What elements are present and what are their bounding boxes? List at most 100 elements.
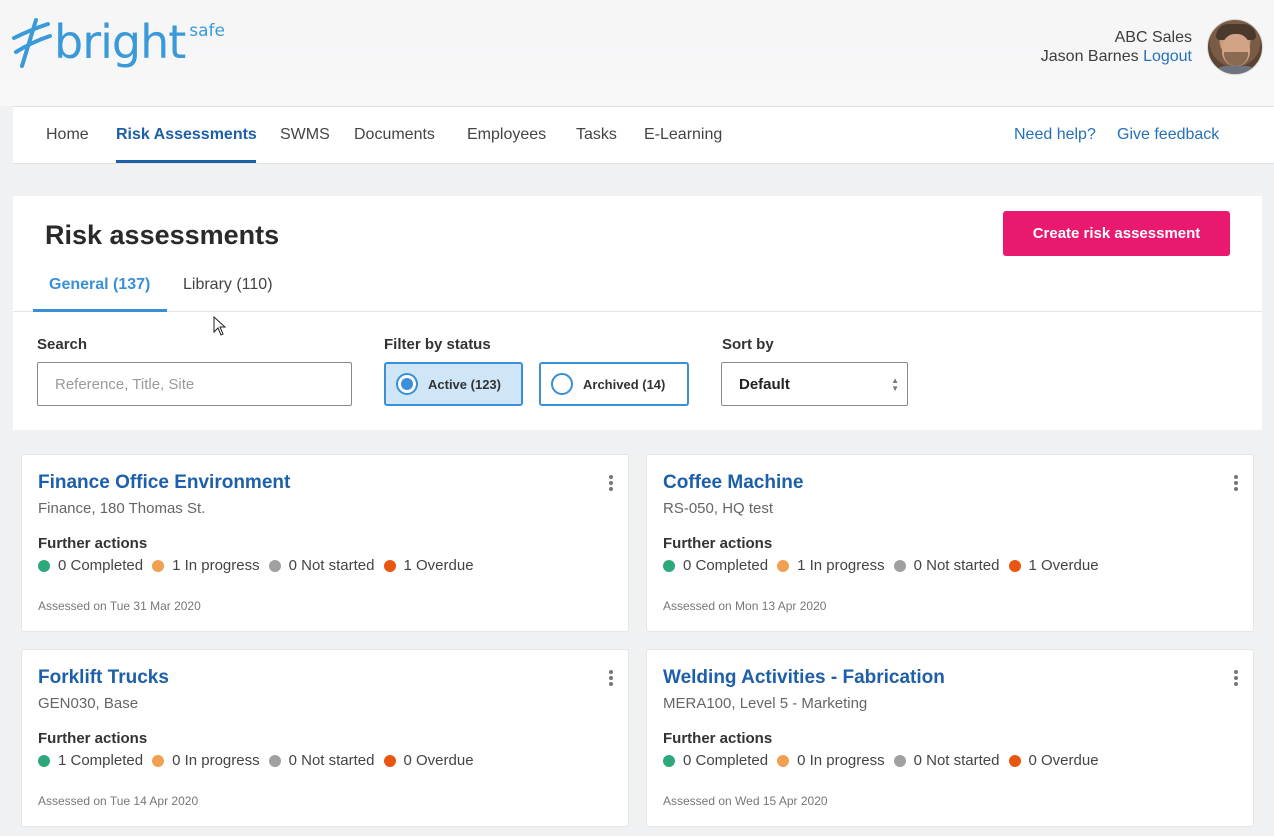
more-options-icon[interactable] [608, 670, 614, 686]
nav-documents[interactable]: Documents [354, 126, 435, 144]
user-name: Jason Barnes [1040, 48, 1139, 65]
card-title[interactable]: Coffee Machine [663, 472, 803, 494]
tabs-divider [13, 311, 1262, 312]
risk-card[interactable]: Forklift Trucks GEN030, Base Further act… [21, 649, 629, 827]
tab-library[interactable]: Library (110) [183, 276, 273, 294]
status-active-label: Active (123) [428, 376, 501, 392]
in-progress-count: 0 In progress [172, 752, 260, 769]
not-started-count: 0 Not started [913, 752, 1000, 769]
completed-dot-icon [663, 754, 675, 767]
in-progress-dot-icon [777, 754, 790, 767]
risk-card[interactable]: Coffee Machine RS-050, HQ test Further a… [646, 454, 1254, 632]
top-header: bright safe ABC Sales Jason Barnes Logou… [0, 0, 1274, 106]
select-arrows-icon: ▲ ▼ [891, 376, 899, 393]
not-started-dot-icon [268, 559, 281, 572]
further-actions-stats: 0 Completed 1 In progress 0 Not started … [38, 557, 483, 574]
not-started-count: 0 Not started [913, 557, 1000, 574]
star-logo-icon [12, 18, 52, 68]
search-label: Search [37, 336, 88, 353]
further-actions-stats: 0 Completed 1 In progress 0 Not started … [663, 557, 1108, 574]
in-progress-count: 0 In progress [797, 752, 885, 769]
in-progress-count: 1 In progress [797, 557, 885, 574]
risk-card[interactable]: Finance Office Environment Finance, 180 … [21, 454, 629, 632]
overdue-count: 1 Overdue [1028, 557, 1099, 574]
nav-active-underline [116, 160, 256, 163]
not-started-dot-icon [268, 754, 281, 767]
further-actions-label: Further actions [663, 535, 773, 552]
tab-general[interactable]: General (137) [49, 276, 150, 294]
completed-dot-icon [38, 754, 50, 767]
card-title[interactable]: Forklift Trucks [38, 667, 169, 689]
in-progress-dot-icon [152, 559, 165, 572]
status-archived-option[interactable]: Archived (14) [539, 362, 689, 406]
assessed-date: Assessed on Mon 13 Apr 2020 [663, 599, 827, 613]
completed-count: 1 Completed [58, 752, 144, 769]
risk-card[interactable]: Welding Activities - Fabrication MERA100… [646, 649, 1254, 827]
sort-select[interactable]: Default ▲ ▼ [721, 362, 908, 406]
further-actions-label: Further actions [38, 730, 148, 747]
overdue-count: 0 Overdue [1028, 752, 1099, 769]
radio-unchecked-icon [551, 373, 573, 395]
overdue-dot-icon [383, 559, 396, 572]
overdue-dot-icon [1008, 754, 1021, 767]
not-started-dot-icon [893, 559, 906, 572]
in-progress-dot-icon [777, 559, 790, 572]
further-actions-stats: 0 Completed 0 In progress 0 Not started … [663, 752, 1108, 769]
nav-home[interactable]: Home [46, 126, 89, 144]
mouse-cursor-icon [213, 316, 227, 336]
nav-employees[interactable]: Employees [467, 126, 546, 144]
assessed-date: Assessed on Tue 31 Mar 2020 [38, 599, 201, 613]
more-options-icon[interactable] [1233, 670, 1239, 686]
user-name-row: Jason Barnes Logout [1041, 47, 1192, 66]
further-actions-label: Further actions [663, 730, 773, 747]
nav-tasks[interactable]: Tasks [576, 126, 617, 144]
sort-label: Sort by [722, 336, 774, 353]
tab-active-underline [33, 309, 167, 312]
card-subtitle: GEN030, Base [38, 695, 139, 712]
create-risk-assessment-button[interactable]: Create risk assessment [1003, 211, 1230, 256]
sort-value: Default [739, 375, 790, 393]
filter-status-label: Filter by status [384, 336, 491, 353]
more-options-icon[interactable] [608, 475, 614, 491]
not-started-count: 0 Not started [288, 752, 375, 769]
radio-checked-icon [396, 373, 418, 395]
not-started-dot-icon [893, 754, 906, 767]
overdue-count: 1 Overdue [403, 557, 474, 574]
completed-dot-icon [38, 559, 50, 572]
completed-count: 0 Completed [683, 752, 769, 769]
nav-e-learning[interactable]: E-Learning [644, 126, 722, 144]
avatar[interactable] [1207, 19, 1263, 75]
need-help-link[interactable]: Need help? [1014, 126, 1096, 144]
nav-risk-assessments[interactable]: Risk Assessments [116, 126, 257, 144]
give-feedback-link[interactable]: Give feedback [1117, 126, 1219, 144]
company-name: ABC Sales [1114, 29, 1192, 46]
overdue-dot-icon [1008, 559, 1021, 572]
assessed-date: Assessed on Wed 15 Apr 2020 [663, 794, 828, 808]
logo-superscript: safe [189, 21, 225, 41]
logout-link[interactable]: Logout [1143, 48, 1192, 65]
completed-dot-icon [663, 559, 675, 572]
card-subtitle: MERA100, Level 5 - Marketing [663, 695, 868, 712]
brightsafe-logo[interactable]: bright safe [12, 16, 225, 76]
completed-count: 0 Completed [683, 557, 769, 574]
status-archived-label: Archived (14) [583, 376, 666, 392]
further-actions-stats: 1 Completed 0 In progress 0 Not started … [38, 752, 483, 769]
main-nav: Home Risk Assessments SWMS Documents Emp… [13, 106, 1274, 164]
page-title: Risk assessments [45, 220, 280, 250]
card-subtitle: Finance, 180 Thomas St. [38, 500, 206, 517]
card-subtitle: RS-050, HQ test [663, 500, 774, 517]
card-title[interactable]: Welding Activities - Fabrication [663, 667, 945, 689]
logo-wordmark: bright [54, 15, 186, 69]
search-input[interactable] [37, 362, 352, 406]
more-options-icon[interactable] [1233, 475, 1239, 491]
not-started-count: 0 Not started [288, 557, 375, 574]
card-title[interactable]: Finance Office Environment [38, 472, 290, 494]
user-info: ABC Sales Jason Barnes Logout [1041, 28, 1192, 66]
status-active-option[interactable]: Active (123) [384, 362, 523, 406]
overdue-count: 0 Overdue [403, 752, 474, 769]
completed-count: 0 Completed [58, 557, 144, 574]
risk-assessments-panel: Risk assessments Create risk assessment … [13, 196, 1262, 430]
nav-swms[interactable]: SWMS [280, 126, 330, 144]
in-progress-dot-icon [152, 754, 165, 767]
in-progress-count: 1 In progress [172, 557, 260, 574]
